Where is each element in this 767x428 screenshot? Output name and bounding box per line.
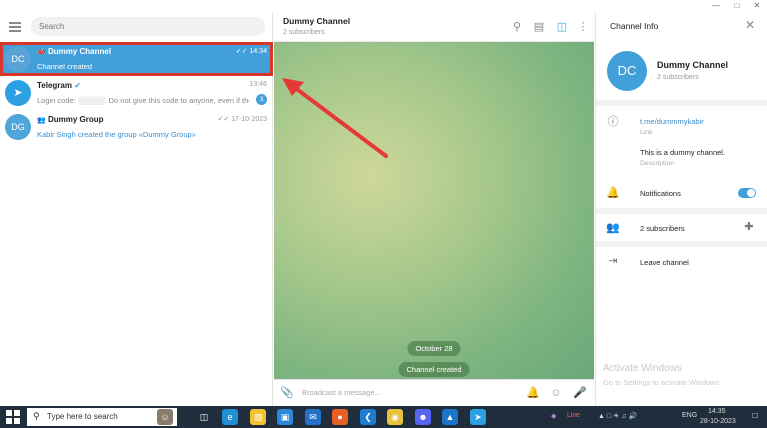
chat-item-dummy-channel[interactable]: DC 📣 Dummy Channel ✓✓ 14:34 Channel crea… — [0, 42, 273, 76]
telegram-taskbar-icon[interactable]: ➤ — [470, 409, 486, 425]
notification-center-icon[interactable]: ☐ — [752, 412, 758, 420]
channel-link[interactable]: t.me/dummmykabir — [640, 117, 704, 126]
channel-subscriber-count: 2 subscribers — [657, 74, 699, 81]
channel-icon: 📣 — [37, 49, 46, 56]
file-explorer-icon[interactable]: ▧ — [250, 409, 266, 425]
mail-icon[interactable]: ✉ — [305, 409, 321, 425]
composer: 📎 Broadcast a message... 🔔 ☺ 🎤 — [274, 379, 594, 406]
verified-icon: ✔ — [74, 81, 81, 90]
firefox-icon[interactable]: ● — [332, 409, 348, 425]
attach-icon[interactable]: 📎 — [280, 386, 294, 400]
microphone-icon[interactable]: 🎤 — [573, 386, 587, 400]
double-check-icon: ✓✓ — [235, 48, 248, 55]
subscribers-icon: 👥 — [606, 222, 620, 234]
info-icon: ⓘ — [607, 116, 619, 128]
chrome-icon[interactable]: ◉ — [387, 409, 403, 425]
double-check-icon: ✓✓ — [217, 116, 230, 123]
chat-item-telegram[interactable]: ➤ Telegram ✔ 13:46 Login code: ░░░░░. Do… — [0, 76, 273, 110]
activate-windows-subtitle: Go to Settings to activate Windows. — [603, 378, 722, 387]
close-icon[interactable]: ✕ — [743, 18, 757, 32]
edge-icon[interactable]: e — [222, 409, 238, 425]
service-message: Channel created — [398, 362, 470, 377]
notifications-toggle[interactable] — [738, 188, 756, 198]
sidebar-toggle-icon[interactable]: ◫ — [555, 20, 569, 34]
channel-avatar[interactable]: DC — [607, 51, 647, 91]
chat-header-subtitle: 2 subscribers — [283, 29, 325, 36]
activate-windows-title: Activate Windows — [603, 363, 682, 374]
chat-header-title[interactable]: Dummy Channel — [283, 16, 350, 26]
live-icon[interactable]: ◆ — [551, 412, 556, 420]
chat-title: Dummy Channel — [47, 47, 112, 56]
channel-description: This is a dummy channel. — [640, 148, 726, 157]
clock-time[interactable]: 14:35 — [708, 408, 726, 415]
channel-info-panel: Channel Info ✕ DC Dummy Channel 2 subscr… — [595, 12, 767, 406]
divider — [596, 241, 767, 247]
description-label: Description — [640, 160, 674, 167]
taskbar-search-input[interactable]: Type here to search — [27, 408, 177, 426]
user-avatar-icon[interactable]: ☺ — [157, 409, 173, 425]
maximize-icon[interactable]: □ — [727, 0, 747, 12]
chat-title: Telegram — [37, 81, 72, 90]
avatar: DC — [5, 46, 31, 72]
panel-title: Channel Info — [610, 21, 659, 31]
divider — [596, 208, 767, 214]
chat-time: 13:46 — [249, 81, 267, 88]
notification-bell-icon[interactable]: 🔔 — [526, 386, 540, 400]
add-user-icon[interactable]: ✚ — [742, 220, 756, 234]
search-input[interactable] — [31, 17, 265, 36]
minimize-icon[interactable]: — — [706, 0, 726, 12]
windows-taskbar: Type here to search ⚲ ☺ ◫ e ▧ ▣ ✉ ● ❮ ◉ … — [0, 406, 767, 428]
more-options-icon[interactable]: ⋮ — [576, 20, 590, 34]
leave-icon: ⇥ — [608, 255, 618, 267]
chat-subtitle: Kabir Singh created the group «Dummy Gro… — [37, 130, 196, 139]
subscribers-row[interactable]: 2 subscribers — [640, 224, 685, 233]
divider — [596, 100, 767, 106]
comments-icon[interactable]: ▤ — [532, 20, 546, 34]
clock-date[interactable]: 28-10-2023 — [700, 418, 736, 425]
discord-icon[interactable]: ☻ — [415, 409, 431, 425]
task-view-icon[interactable]: ◫ — [196, 409, 212, 425]
store-icon[interactable]: ▣ — [277, 409, 293, 425]
menu-icon[interactable] — [9, 22, 21, 32]
channel-name: Dummy Channel — [657, 60, 729, 70]
search-icon[interactable]: ⚲ — [510, 20, 524, 34]
annotation-arrow — [282, 78, 388, 158]
leave-channel-button[interactable]: Leave channel — [640, 258, 689, 267]
emoji-icon[interactable]: ☺ — [549, 386, 563, 400]
link-label: Link — [640, 129, 653, 136]
chat-subtitle: Channel created — [37, 62, 93, 71]
system-tray-icons[interactable]: ▲ □ ☀ ♫ 🔊 — [598, 412, 637, 420]
chat-item-dummy-group[interactable]: DG 👥 Dummy Group ✓✓ 17-10-2023 Kabir Sin… — [0, 110, 273, 144]
bell-icon: 🔔 — [606, 187, 620, 199]
language-indicator[interactable]: ENG — [682, 412, 697, 419]
chat-time: 17-10-2023 — [231, 116, 267, 123]
chat-header: Dummy Channel 2 subscribers ⚲ ▤ ◫ ⋮ — [274, 12, 594, 42]
group-icon: 👥 — [37, 117, 46, 124]
telegram-logo-icon: ➤ — [5, 80, 31, 106]
windows-start-icon[interactable] — [6, 410, 20, 424]
vscode-icon[interactable]: ❮ — [360, 409, 376, 425]
chat-subtitle: Login code: ░░░░░. Do not give this code… — [37, 96, 249, 105]
notifications-label: Notifications — [640, 189, 681, 198]
live-label[interactable]: Live — [567, 412, 580, 419]
chat-time: 14:34 — [249, 48, 267, 55]
chat-title: Dummy Group — [47, 115, 104, 124]
window-titlebar: — □ ✕ — [0, 0, 767, 12]
unread-badge: 3 — [256, 94, 267, 105]
chat-list-panel: DC 📣 Dummy Channel ✓✓ 14:34 Channel crea… — [0, 12, 273, 406]
search-icon: ⚲ — [33, 411, 40, 421]
avatar: DG — [5, 114, 31, 140]
message-input[interactable]: Broadcast a message... — [302, 388, 381, 397]
app-icon[interactable]: ▲ — [442, 409, 458, 425]
close-window-icon[interactable]: ✕ — [747, 0, 767, 12]
date-pill: October 28 — [407, 341, 461, 356]
